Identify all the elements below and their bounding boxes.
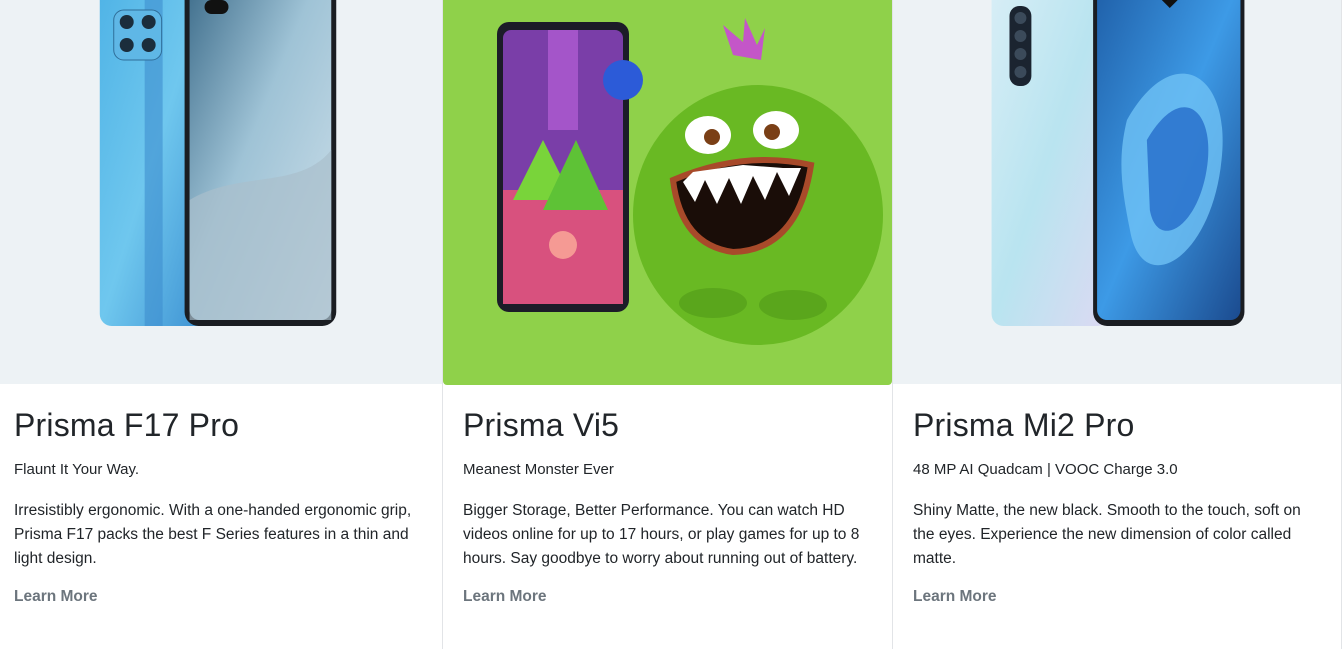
card-body: Prisma F17 Pro Flaunt It Your Way. Irres… <box>14 384 428 606</box>
product-card: Prisma Vi5 Meanest Monster Ever Bigger S… <box>443 0 893 649</box>
product-tagline: Meanest Monster Ever <box>463 461 614 478</box>
card-body: Prisma Vi5 Meanest Monster Ever Bigger S… <box>463 384 878 606</box>
product-image-prisma-f17-pro <box>0 0 442 384</box>
product-card: Prisma Mi2 Pro 48 MP AI Quadcam | VOOC C… <box>892 0 1342 649</box>
product-description: Irresistibly ergonomic. With a one-hande… <box>14 502 412 567</box>
card-body: Prisma Mi2 Pro 48 MP AI Quadcam | VOOC C… <box>913 384 1327 606</box>
product-title: Prisma F17 Pro <box>14 407 240 443</box>
product-image-prisma-vi5 <box>443 0 892 385</box>
product-tagline: 48 MP AI Quadcam | VOOC Charge 3.0 <box>913 461 1178 478</box>
product-title: Prisma Mi2 Pro <box>913 407 1135 443</box>
learn-more-link[interactable]: Learn More <box>463 588 547 606</box>
product-title: Prisma Vi5 <box>463 407 620 443</box>
product-card: Prisma F17 Pro Flaunt It Your Way. Irres… <box>0 0 443 649</box>
product-description: Bigger Storage, Better Performance. You … <box>463 502 860 567</box>
learn-more-link[interactable]: Learn More <box>913 588 997 606</box>
learn-more-link[interactable]: Learn More <box>14 588 98 606</box>
product-image-prisma-mi2-pro <box>893 0 1341 384</box>
product-tagline: Flaunt It Your Way. <box>14 461 140 478</box>
product-description: Shiny Matte, the new black. Smooth to th… <box>913 502 1301 567</box>
product-card-row: Prisma F17 Pro Flaunt It Your Way. Irres… <box>0 0 1344 649</box>
